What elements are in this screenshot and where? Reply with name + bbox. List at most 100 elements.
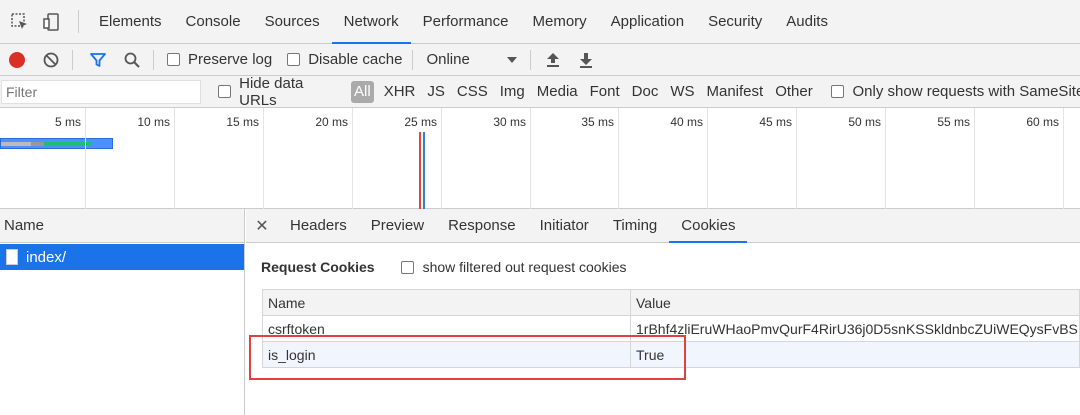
- timeline-gridline: [974, 108, 975, 209]
- timeline-queue-segment: [1, 142, 31, 146]
- hide-data-urls-checkbox[interactable]: [218, 85, 232, 98]
- toolbar-divider: [530, 49, 532, 70]
- disable-cache-label: Disable cache: [308, 51, 403, 68]
- request-list-header[interactable]: Name: [0, 209, 244, 243]
- type-filter-doc[interactable]: Doc: [626, 81, 665, 103]
- document-icon: [6, 249, 18, 265]
- timeline-tick-label: 20 ms: [315, 115, 348, 129]
- timeline-tick-label: 15 ms: [226, 115, 259, 129]
- timeline-gridline: [796, 108, 797, 209]
- timeline-gridline: [263, 108, 264, 209]
- tab-preview[interactable]: Preview: [359, 209, 436, 242]
- disable-cache-checkbox[interactable]: [287, 53, 301, 66]
- timeline-gridline: [352, 108, 353, 209]
- timeline-stalled-segment: [31, 142, 44, 146]
- timeline-gridline: [707, 108, 708, 209]
- show-filtered-label: show filtered out request cookies: [422, 259, 627, 275]
- preserve-log-checkbox[interactable]: [167, 53, 180, 66]
- type-filter-js[interactable]: JS: [421, 81, 451, 103]
- tab-application[interactable]: Application: [599, 0, 696, 43]
- tab-console[interactable]: Console: [174, 0, 253, 43]
- filter-icon[interactable]: [89, 51, 107, 69]
- timeline-tick-label: 60 ms: [1026, 115, 1059, 129]
- type-filter-other[interactable]: Other: [769, 81, 819, 103]
- search-icon[interactable]: [123, 51, 141, 69]
- timeline-tick-label: 5 ms: [54, 115, 81, 129]
- timeline-tick-label: 30 ms: [493, 115, 526, 129]
- tabbar-tools: [0, 0, 78, 43]
- record-button[interactable]: [9, 51, 25, 68]
- request-list: Name index/: [0, 209, 245, 415]
- close-icon[interactable]: ✕: [246, 209, 278, 242]
- toolbar-divider: [412, 49, 414, 70]
- timeline-request-bar: [0, 138, 113, 149]
- cookie-value: True: [630, 341, 1080, 368]
- timeline-gridline: [1063, 108, 1064, 209]
- toolbar-divider: [153, 49, 154, 70]
- timeline-tick-label: 55 ms: [937, 115, 970, 129]
- request-detail-pane: ✕ Headers Preview Response Initiator Tim…: [246, 209, 1080, 415]
- tab-elements[interactable]: Elements: [87, 0, 174, 43]
- samesite-label: Only show requests with SameSite: [852, 83, 1080, 100]
- type-filter-img[interactable]: Img: [494, 81, 531, 103]
- timeline-tick-label: 35 ms: [581, 115, 614, 129]
- type-filter-media[interactable]: Media: [531, 81, 584, 103]
- export-har-icon[interactable]: [578, 51, 594, 69]
- timeline-tick-label: 45 ms: [759, 115, 792, 129]
- request-cookies-section: Request Cookies show filtered out reques…: [261, 259, 626, 275]
- devtools-tabs: Elements Console Sources Network Perform…: [79, 0, 840, 44]
- detail-tabs: ✕ Headers Preview Response Initiator Tim…: [246, 209, 1080, 243]
- show-filtered-checkbox[interactable]: [400, 260, 414, 274]
- tab-initiator[interactable]: Initiator: [528, 209, 601, 242]
- load-event-marker: [419, 132, 421, 209]
- type-filter-font[interactable]: Font: [584, 81, 626, 103]
- timeline-overview[interactable]: 5 ms 10 ms 15 ms 20 ms 25 ms 30 ms 35 ms 40 ms 4…: [0, 108, 1080, 209]
- type-filter-ws[interactable]: WS: [664, 81, 700, 103]
- dom-content-loaded-marker: [423, 132, 425, 209]
- throttle-select[interactable]: Online: [426, 51, 506, 68]
- samesite-checkbox[interactable]: [830, 85, 844, 98]
- tab-response[interactable]: Response: [436, 209, 528, 242]
- timeline-gridline: [530, 108, 531, 209]
- tab-cookies[interactable]: Cookies: [669, 209, 748, 243]
- timeline-tick-label: 50 ms: [848, 115, 881, 129]
- timeline-gridline: [885, 108, 886, 209]
- timeline-gridline: [618, 108, 619, 209]
- type-filter-all[interactable]: All: [351, 80, 374, 103]
- inspect-element-icon[interactable]: [10, 12, 30, 32]
- column-header-name[interactable]: Name: [262, 289, 631, 316]
- import-har-icon[interactable]: [545, 51, 561, 69]
- network-toolbar: Preserve log Disable cache Online: [0, 44, 1080, 76]
- timeline-tick-label: 25 ms: [404, 115, 437, 129]
- timeline-gridline: [85, 108, 86, 209]
- tab-memory[interactable]: Memory: [521, 0, 599, 43]
- timeline-tick-label: 40 ms: [670, 115, 703, 129]
- dropdown-arrow-icon[interactable]: [506, 55, 518, 65]
- type-filter-manifest[interactable]: Manifest: [701, 81, 770, 103]
- timeline-tick-label: 10 ms: [137, 115, 170, 129]
- timeline-gridline: [174, 108, 175, 209]
- section-title: Request Cookies: [261, 259, 375, 275]
- annotation-highlight-box: [249, 335, 686, 380]
- device-toolbar-icon[interactable]: [42, 12, 62, 32]
- toolbar-divider: [72, 49, 73, 70]
- devtools-tabbar: Elements Console Sources Network Perform…: [0, 0, 1080, 44]
- hide-data-urls-label: Hide data URLs: [239, 74, 304, 109]
- type-filter-css[interactable]: CSS: [451, 81, 494, 103]
- tab-audits[interactable]: Audits: [774, 0, 840, 43]
- tab-sources[interactable]: Sources: [253, 0, 332, 43]
- clear-icon[interactable]: [42, 51, 60, 69]
- tab-performance[interactable]: Performance: [411, 0, 521, 43]
- tab-network[interactable]: Network: [331, 0, 411, 44]
- table-header-row: Name Value: [262, 289, 1080, 316]
- request-name: index/: [26, 248, 67, 266]
- tab-security[interactable]: Security: [696, 0, 774, 43]
- cookie-value: 1rBhf4zliEruWHaoPmvQurF4RirU36j0D5snKSSk…: [630, 315, 1080, 342]
- type-filter-xhr[interactable]: XHR: [378, 81, 422, 103]
- tab-headers[interactable]: Headers: [278, 209, 359, 242]
- filter-input[interactable]: [1, 79, 202, 104]
- filter-bar: Hide data URLs All XHR JS CSS Img Media …: [0, 74, 1080, 109]
- column-header-value[interactable]: Value: [630, 289, 1080, 316]
- request-row-selected[interactable]: index/: [0, 244, 244, 270]
- tab-timing[interactable]: Timing: [601, 209, 669, 242]
